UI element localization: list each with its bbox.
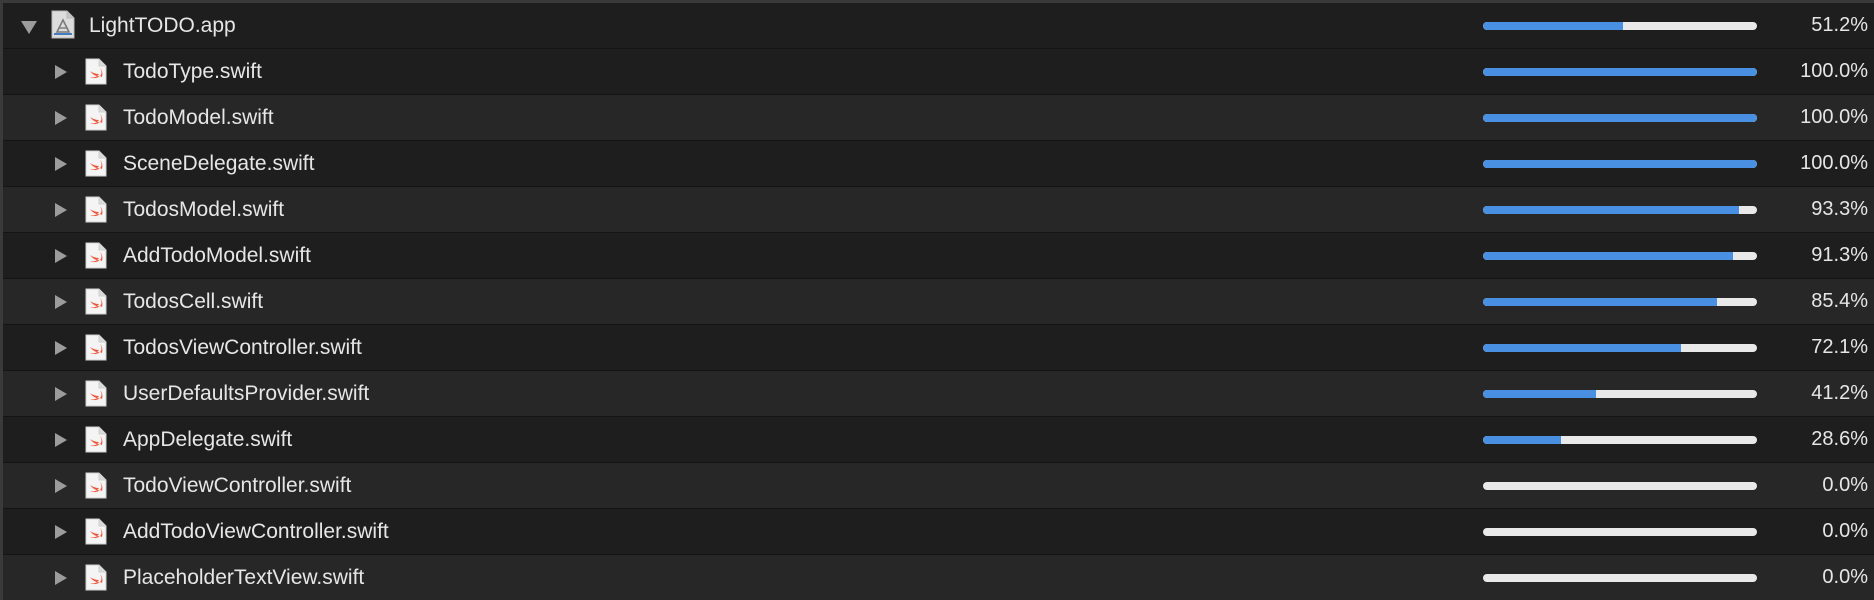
file-name: UserDefaultsProvider.swift [123, 382, 370, 405]
file-row-todo-view-controller[interactable]: TodoViewController.swift 0.0% [3, 463, 1874, 509]
file-row-user-defaults-provider[interactable]: UserDefaultsProvider.swift 41.2% [3, 371, 1874, 417]
file-row-todo-model[interactable]: TodoModel.swift 100.0% [3, 95, 1874, 141]
coverage-bar [1483, 22, 1757, 30]
coverage-bar-fill [1483, 298, 1717, 306]
disclosure-collapsed-icon[interactable] [55, 157, 67, 171]
swift-file-icon [85, 518, 107, 545]
file-name: TodoViewController.swift [123, 474, 352, 497]
file-row-todos-cell[interactable]: TodosCell.swift 85.4% [3, 279, 1874, 325]
swift-file-icon [85, 472, 107, 499]
disclosure-collapsed-icon[interactable] [55, 203, 67, 217]
disclosure-collapsed-icon[interactable] [55, 525, 67, 539]
code-coverage-list: LightTODO.app 51.2% TodoType.swift 100.0… [0, 0, 1874, 600]
file-name: SceneDelegate.swift [123, 152, 315, 175]
coverage-bar-fill [1483, 206, 1739, 214]
swift-file-icon [85, 104, 107, 131]
swift-file-icon [85, 380, 107, 407]
coverage-bar [1483, 298, 1757, 306]
coverage-bar [1483, 114, 1757, 122]
file-row-todo-type[interactable]: TodoType.swift 100.0% [3, 49, 1874, 95]
coverage-percent: 51.2% [1811, 14, 1868, 36]
coverage-bar-fill [1483, 22, 1624, 30]
file-row-add-todo-model[interactable]: AddTodoModel.swift 91.3% [3, 233, 1874, 279]
file-name: TodosCell.swift [123, 290, 264, 313]
coverage-bar [1483, 482, 1757, 490]
file-name: AddTodoViewController.swift [123, 520, 389, 543]
coverage-bar [1483, 528, 1757, 536]
coverage-bar [1483, 344, 1757, 352]
target-name: LightTODO.app [89, 14, 236, 37]
file-row-todos-view-controller[interactable]: TodosViewController.swift 72.1% [3, 325, 1874, 371]
coverage-bar [1483, 574, 1757, 582]
coverage-percent: 41.2% [1811, 382, 1868, 404]
coverage-bar [1483, 436, 1757, 444]
coverage-percent: 85.4% [1811, 290, 1868, 312]
coverage-bar-fill [1483, 390, 1596, 398]
swift-file-icon [85, 564, 107, 591]
coverage-percent: 93.3% [1811, 198, 1868, 220]
coverage-percent: 0.0% [1822, 474, 1868, 496]
file-row-todos-model[interactable]: TodosModel.swift 93.3% [3, 187, 1874, 233]
disclosure-collapsed-icon[interactable] [55, 433, 67, 447]
coverage-percent: 72.1% [1811, 336, 1868, 358]
target-row[interactable]: LightTODO.app 51.2% [3, 3, 1874, 49]
disclosure-collapsed-icon[interactable] [55, 479, 67, 493]
coverage-bar [1483, 390, 1757, 398]
coverage-percent: 28.6% [1811, 428, 1868, 450]
file-name: AddTodoModel.swift [123, 244, 311, 267]
file-row-placeholder-text-view[interactable]: PlaceholderTextView.swift 0.0% [3, 555, 1874, 600]
coverage-percent: 100.0% [1800, 106, 1868, 128]
file-row-scene-delegate[interactable]: SceneDelegate.swift 100.0% [3, 141, 1874, 187]
coverage-percent: 91.3% [1811, 244, 1868, 266]
file-name: TodoType.swift [123, 60, 262, 83]
file-name: PlaceholderTextView.swift [123, 566, 365, 589]
coverage-bar-fill [1483, 436, 1562, 444]
coverage-bar-fill [1483, 160, 1757, 168]
swift-file-icon [85, 426, 107, 453]
swift-file-icon [85, 196, 107, 223]
file-row-app-delegate[interactable]: AppDelegate.swift 28.6% [3, 417, 1874, 463]
swift-file-icon [85, 288, 107, 315]
coverage-percent: 100.0% [1800, 60, 1868, 82]
coverage-bar-fill [1483, 114, 1757, 122]
file-name: TodosModel.swift [123, 198, 285, 221]
file-name: TodoModel.swift [123, 106, 274, 129]
disclosure-expanded-icon[interactable] [21, 21, 37, 34]
file-name: AppDelegate.swift [123, 428, 293, 451]
file-name: TodosViewController.swift [123, 336, 362, 359]
coverage-bar-fill [1483, 252, 1734, 260]
coverage-bar [1483, 206, 1757, 214]
file-row-add-todo-view-controller[interactable]: AddTodoViewController.swift 0.0% [3, 509, 1874, 555]
coverage-bar [1483, 160, 1757, 168]
disclosure-collapsed-icon[interactable] [55, 65, 67, 79]
coverage-bar-fill [1483, 68, 1757, 76]
coverage-bar [1483, 68, 1757, 76]
disclosure-collapsed-icon[interactable] [55, 249, 67, 263]
disclosure-collapsed-icon[interactable] [55, 341, 67, 355]
coverage-percent: 0.0% [1822, 566, 1868, 588]
coverage-bar-fill [1483, 344, 1681, 352]
swift-file-icon [85, 58, 107, 85]
disclosure-collapsed-icon[interactable] [55, 387, 67, 401]
disclosure-collapsed-icon[interactable] [55, 571, 67, 585]
swift-file-icon [85, 150, 107, 177]
coverage-percent: 100.0% [1800, 152, 1868, 174]
swift-file-icon [85, 334, 107, 361]
coverage-percent: 0.0% [1822, 520, 1868, 542]
app-bundle-icon [51, 10, 75, 39]
swift-file-icon [85, 242, 107, 269]
disclosure-collapsed-icon[interactable] [55, 295, 67, 309]
coverage-bar [1483, 252, 1757, 260]
disclosure-collapsed-icon[interactable] [55, 111, 67, 125]
